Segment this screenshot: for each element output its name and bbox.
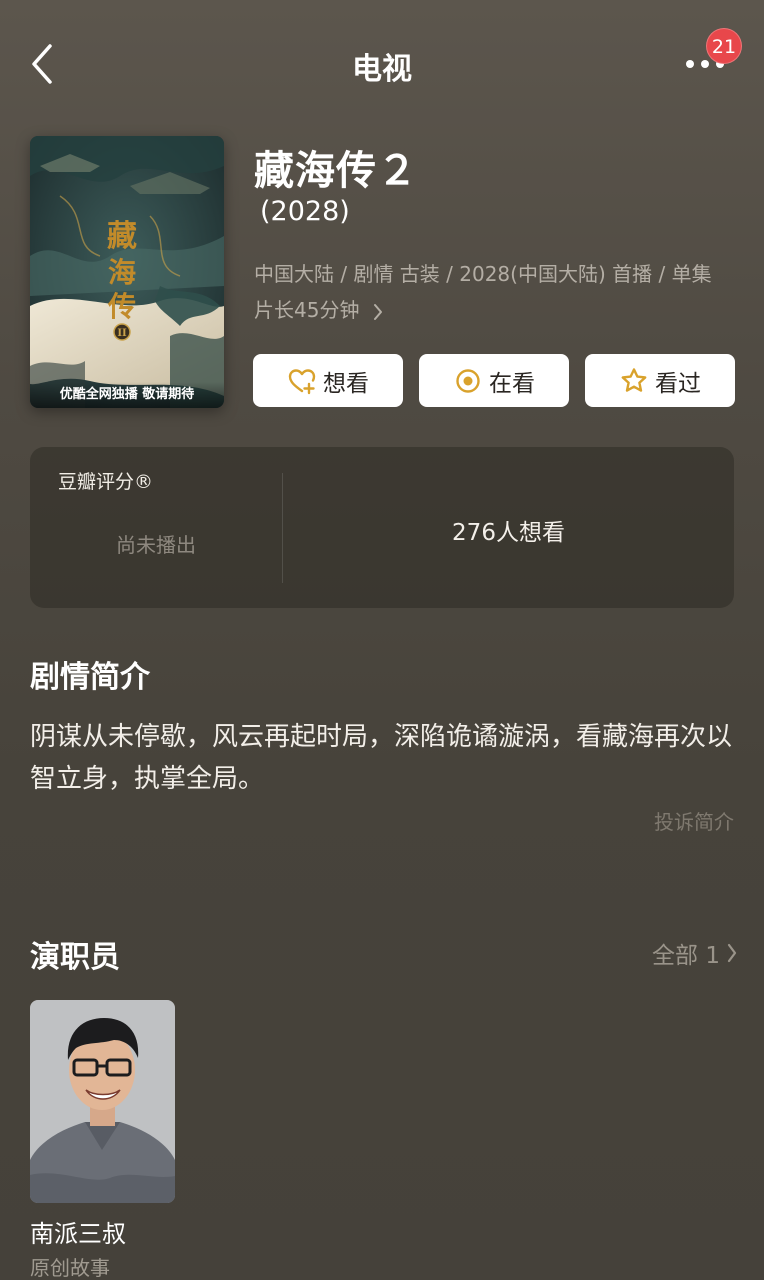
page-title: 电视 <box>352 52 412 87</box>
more-dot <box>701 60 709 68</box>
want-to-watch-button[interactable]: 想看 <box>253 354 403 407</box>
chevron-right-icon <box>727 943 737 963</box>
cast-member-photo[interactable] <box>30 1000 175 1203</box>
watched-button[interactable]: 看过 <box>585 354 735 407</box>
want-count: 276人想看 <box>452 520 565 546</box>
show-title: 藏海传２ <box>254 148 418 194</box>
avatar <box>30 1000 175 1203</box>
heart-plus-icon <box>288 368 316 394</box>
target-circle-icon <box>456 368 480 393</box>
poster-caption: 优酷全网独播 敬请期待 <box>30 382 224 408</box>
show-meta-line: 中国大陆 / 剧情 古装 / 2028(中国大陆) 首播 / 单集 <box>254 262 712 286</box>
svg-text:传: 传 <box>107 290 136 323</box>
more-dots-icon <box>686 60 694 68</box>
svg-text:藏: 藏 <box>107 219 137 254</box>
show-duration: 片长45分钟 <box>254 298 360 322</box>
chevron-right-icon <box>373 303 382 320</box>
svg-text:II: II <box>117 328 127 339</box>
svg-text:海: 海 <box>108 256 136 289</box>
star-icon <box>621 367 647 392</box>
watching-button[interactable]: 在看 <box>419 354 569 407</box>
see-all-cast-link[interactable]: 全部 1 <box>652 936 738 970</box>
cast-member-name[interactable]: 南派三叔 <box>30 1214 126 1249</box>
notification-badge: 21 <box>706 28 742 64</box>
want-to-watch-label: 想看 <box>323 370 369 397</box>
poster-artwork: 藏 海 传 II <box>30 136 224 408</box>
cast-member-role: 原创故事 <box>30 1256 110 1280</box>
see-all-label: 全部 1 <box>652 943 720 969</box>
watched-label: 看过 <box>655 370 701 397</box>
show-poster[interactable]: 藏 海 传 II 优酷全网独播 敬请期待 <box>30 136 224 408</box>
rating-card[interactable]: 豆瓣评分® 尚未播出 276人想看 <box>30 447 734 608</box>
douban-rating-label: 豆瓣评分® <box>58 471 154 493</box>
report-summary-link[interactable]: 投诉简介 <box>654 806 734 835</box>
cast-heading: 演职员 <box>30 940 120 975</box>
plot-summary[interactable]: 阴谋从未停歇，风云再起时局，深陷诡谲漩涡，看藏海再次以智立身，执掌全局。 <box>30 716 734 800</box>
show-year: (2028) <box>260 196 350 227</box>
watching-label: 在看 <box>489 370 535 397</box>
rating-status: 尚未播出 <box>116 533 196 557</box>
plot-heading: 剧情简介 <box>30 660 150 695</box>
show-duration-link[interactable]: 片长45分钟 <box>254 294 384 323</box>
top-nav-bar: 电视 21 <box>0 0 764 130</box>
